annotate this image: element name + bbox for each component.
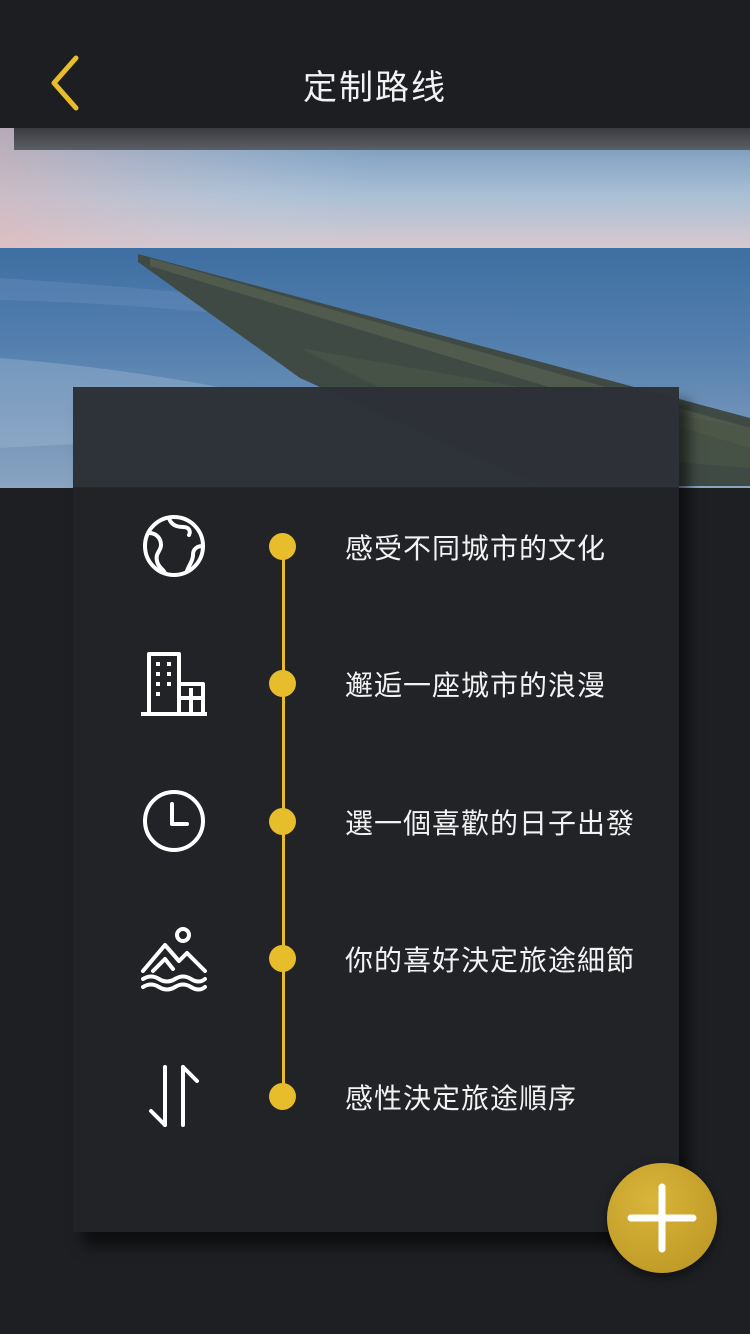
timeline-item-order[interactable]: 感性決定旅途順序 [73,1051,679,1141]
timeline-dot [269,670,296,697]
hero-top-shadow [14,128,750,150]
timeline-label: 感性決定旅途順序 [345,1082,578,1115]
page-title: 定制路线 [303,68,447,108]
timeline-item-romance[interactable]: 邂逅一座城市的浪漫 [73,638,679,728]
timeline-item-culture[interactable]: 感受不同城市的文化 [73,501,679,591]
swap-arrows-icon [139,1061,209,1131]
timeline-dot [269,533,296,560]
timeline-label: 感受不同城市的文化 [345,532,607,565]
timeline-dot [269,945,296,972]
clock-icon [139,786,209,856]
timeline-item-details[interactable]: 你的喜好決定旅途細節 [73,913,679,1003]
building-icon [139,648,209,718]
globe-icon [139,511,209,581]
timeline-label: 你的喜好決定旅途細節 [345,944,636,977]
timeline-item-date[interactable]: 選一個喜歡的日子出發 [73,776,679,866]
landscape-icon [139,923,209,993]
timeline-dot [269,1083,296,1110]
timeline-label: 邂逅一座城市的浪漫 [345,669,607,702]
plus-icon [627,1183,697,1253]
top-bar: 定制路线 [0,0,750,130]
timeline-label: 選一個喜歡的日子出發 [345,807,636,840]
timeline-dot [269,808,296,835]
add-button[interactable] [607,1163,717,1273]
